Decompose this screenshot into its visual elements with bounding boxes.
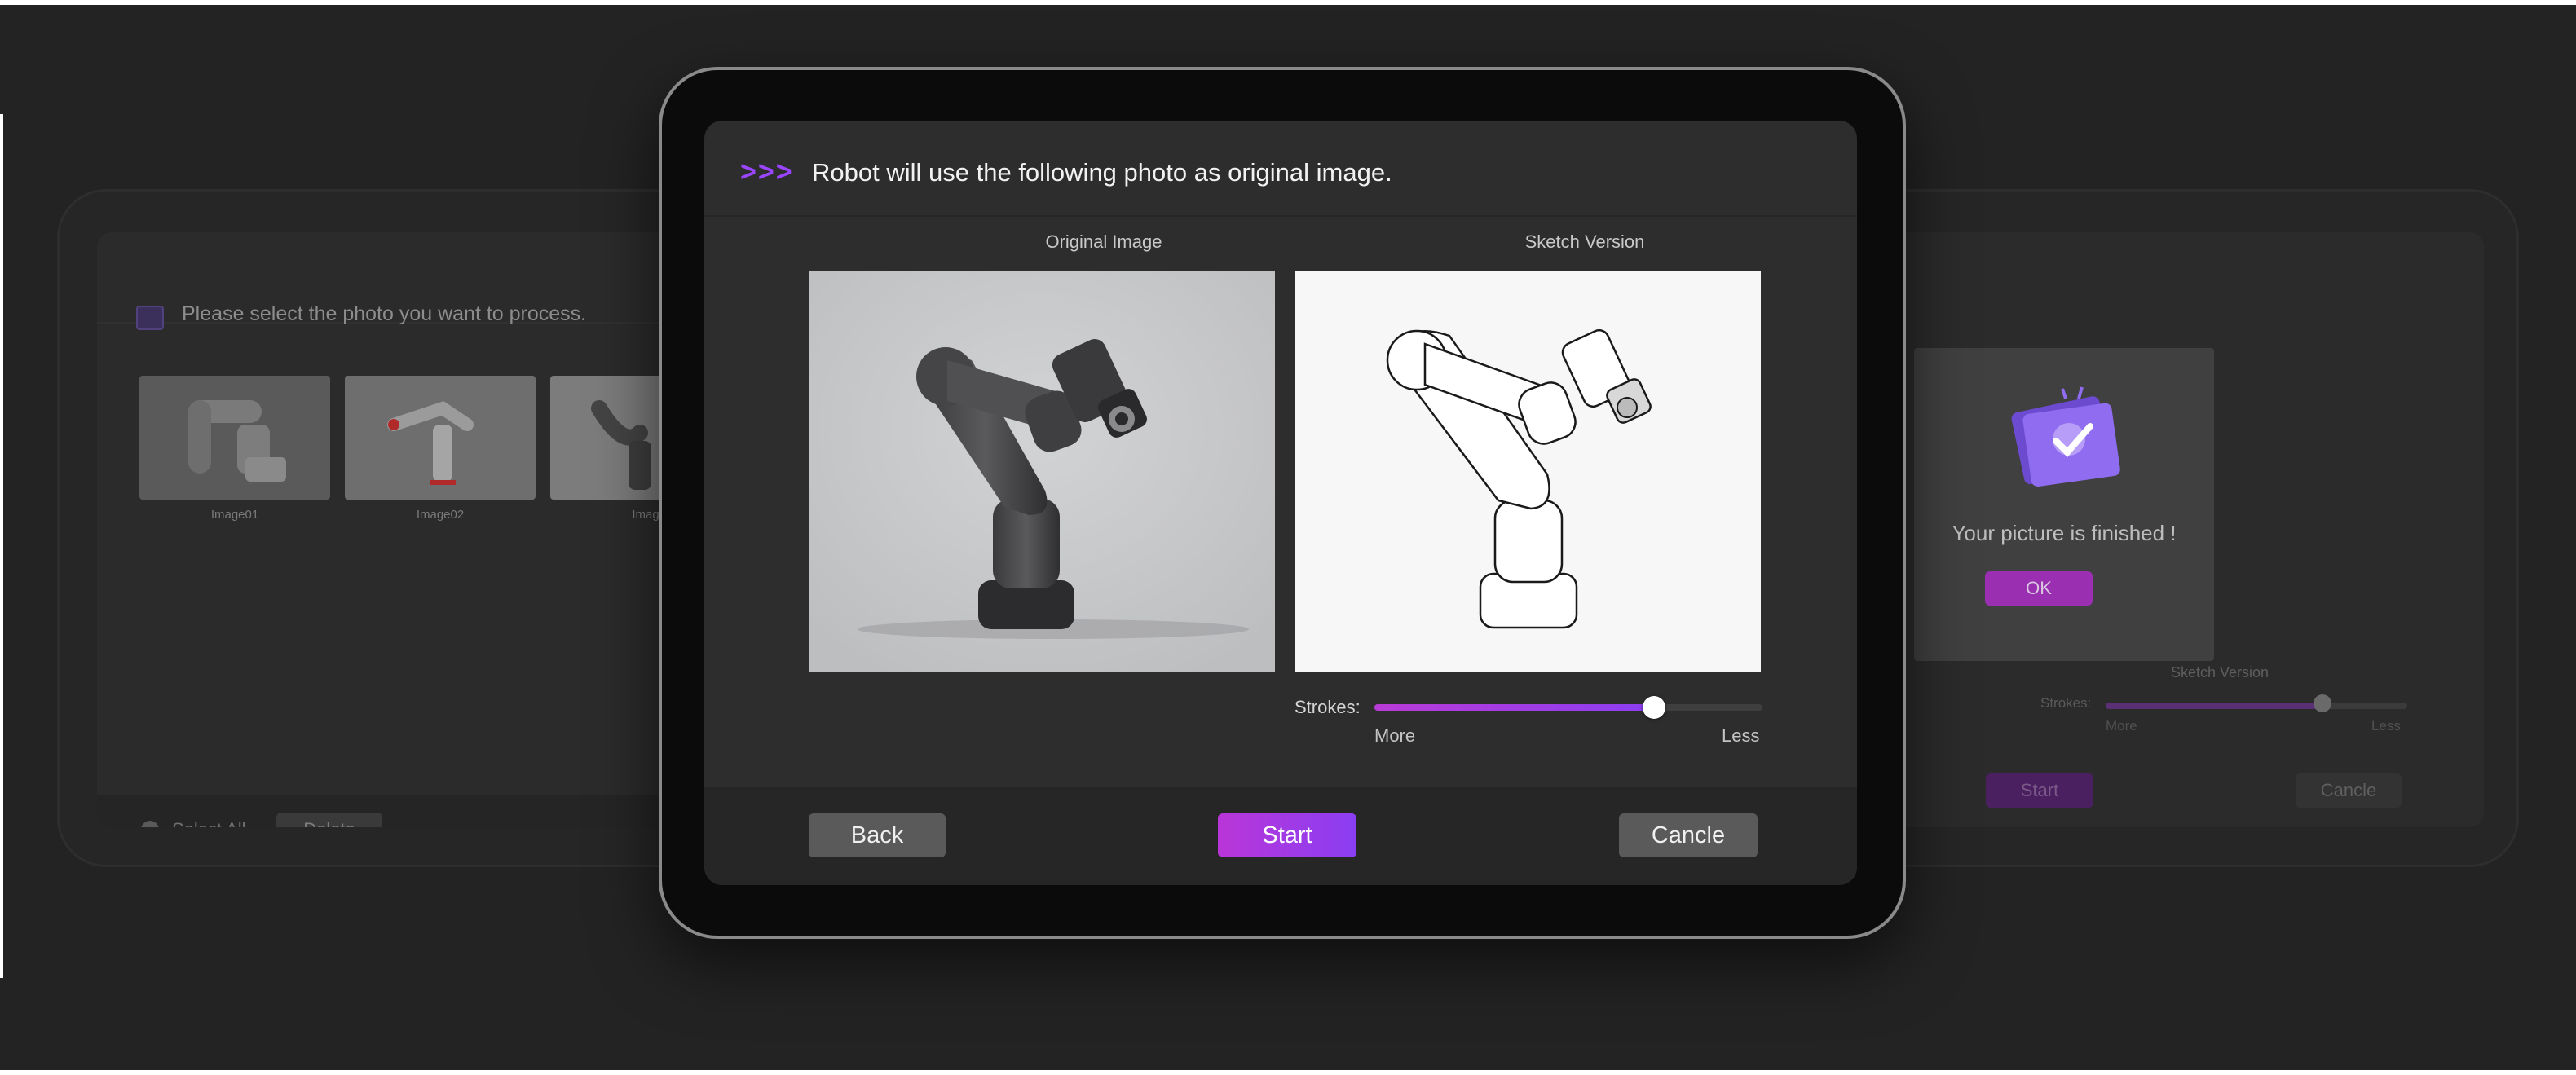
sketch-preview-screen: >>> Robot will use the following photo a… <box>704 121 1857 885</box>
start-button[interactable]: Start <box>1218 813 1356 857</box>
cancel-button[interactable]: Cancle <box>2296 773 2402 808</box>
header-arrows-icon: >>> <box>740 156 794 187</box>
strokes-slider-fill <box>2106 703 2323 709</box>
robot-thumbnail-icon <box>345 376 536 500</box>
robot-arm-sketch-icon <box>1295 271 1761 672</box>
finished-message: Your picture is finished ! <box>1952 521 2177 545</box>
ok-button[interactable]: OK <box>1985 571 2093 606</box>
original-image-label: Original Image <box>1045 231 1162 252</box>
photo-icon <box>136 306 164 330</box>
frame-edge-top <box>0 0 2576 5</box>
delete-button[interactable]: Delete <box>276 813 382 827</box>
sketch-version-label: Sketch Version <box>2171 664 2269 681</box>
sketch-image <box>1295 271 1761 672</box>
sketch-version-label: Sketch Version <box>1524 231 1645 252</box>
thumbnail-image02[interactable] <box>345 376 536 500</box>
start-button[interactable]: Start <box>1986 773 2093 808</box>
frame-edge-left <box>0 114 3 978</box>
thumbnail-caption: Image02 <box>416 508 465 522</box>
photo-select-title: Please select the photo you want to proc… <box>182 302 587 325</box>
strokes-label: Strokes: <box>2040 695 2092 711</box>
robot-thumbnail-icon <box>139 376 330 500</box>
strokes-slider-track[interactable] <box>1374 704 1762 711</box>
strokes-more-label: More <box>1374 725 1416 746</box>
strokes-slider-thumb[interactable] <box>2314 694 2332 712</box>
thumbnail-caption: Image01 <box>210 508 259 522</box>
page-title: Robot will use the following photo as or… <box>812 158 1392 187</box>
robot-arm-photo-icon <box>809 271 1275 672</box>
cancel-button[interactable]: Cancle <box>1619 813 1758 857</box>
strokes-less-label: Less <box>1722 725 1760 746</box>
finished-dialog: Your picture is finished ! OK <box>1914 348 2214 661</box>
picture-finished-icon <box>2011 386 2120 487</box>
select-all-label: Select All <box>172 819 246 827</box>
strokes-slider-thumb[interactable] <box>1642 696 1665 719</box>
strokes-less-label: Less <box>2371 718 2401 734</box>
strokes-label: Strokes: <box>1295 697 1361 717</box>
strokes-slider-fill <box>1374 704 1654 711</box>
original-image <box>809 271 1275 672</box>
frame-edge-bottom <box>0 1070 2576 1075</box>
thumbnail-image01[interactable] <box>139 376 330 500</box>
strokes-slider-track[interactable] <box>2106 703 2407 709</box>
back-button[interactable]: Back <box>809 813 946 857</box>
strokes-more-label: More <box>2106 718 2137 734</box>
